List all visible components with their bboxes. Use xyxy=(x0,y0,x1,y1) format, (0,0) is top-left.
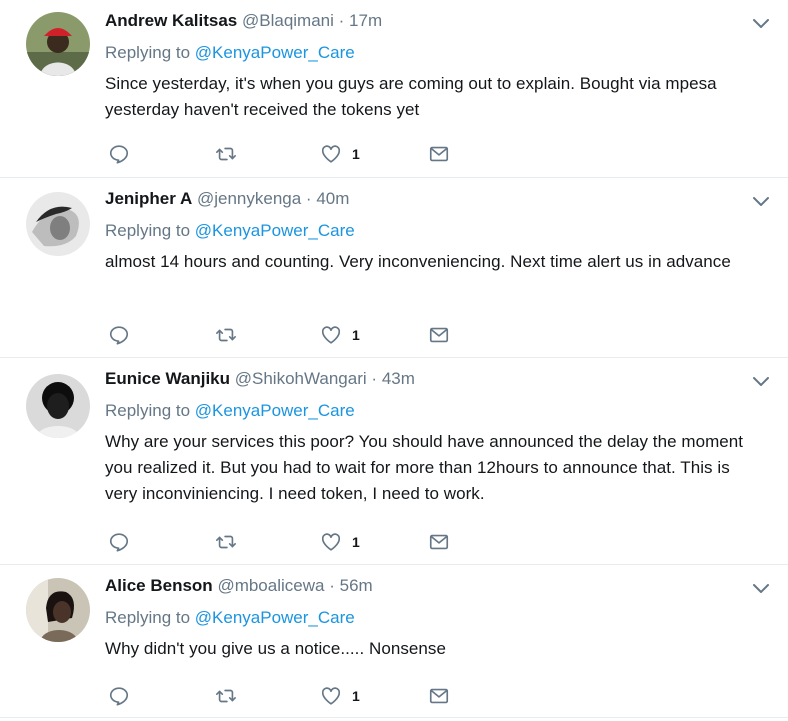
retweet-icon xyxy=(216,328,236,342)
replying-to-label: Replying to xyxy=(105,401,195,420)
direct-message-button[interactable] xyxy=(428,684,450,708)
tweet-header: Andrew Kalitsas @Blaqimani · 17m xyxy=(105,10,382,32)
tweet-text: Why didn't you give us a notice..... Non… xyxy=(105,639,446,658)
avatar[interactable] xyxy=(26,192,90,256)
envelope-icon xyxy=(429,327,449,343)
avatar-image xyxy=(26,374,90,438)
direct-message-button[interactable] xyxy=(428,530,450,554)
tweet[interactable]: Andrew Kalitsas @Blaqimani · 17m Replyin… xyxy=(0,0,788,178)
separator-dot: · xyxy=(338,11,345,30)
like-button[interactable]: 1 xyxy=(320,530,360,554)
like-count: 1 xyxy=(352,534,360,550)
mention-link[interactable]: @KenyaPower_Care xyxy=(195,43,355,62)
display-name[interactable]: Eunice Wanjiku xyxy=(105,369,230,388)
replying-to-label: Replying to xyxy=(105,43,195,62)
retweet-button[interactable] xyxy=(215,530,237,554)
retweet-icon xyxy=(216,147,236,161)
separator-dot: · xyxy=(305,189,312,208)
heart-icon xyxy=(321,687,341,705)
retweet-button[interactable] xyxy=(215,684,237,708)
replying-to: Replying to @KenyaPower_Care xyxy=(105,400,355,422)
chevron-down-icon[interactable] xyxy=(752,583,770,595)
envelope-icon xyxy=(429,688,449,704)
tweet-header: Alice Benson @mboalicewa · 56m xyxy=(105,575,373,597)
reply-icon xyxy=(109,326,129,345)
separator-dot: · xyxy=(371,369,378,388)
direct-message-button[interactable] xyxy=(428,142,450,166)
like-button[interactable]: 1 xyxy=(320,323,360,347)
retweet-icon xyxy=(216,535,236,549)
tweet-text: Since yesterday, it's when you guys are … xyxy=(105,74,717,119)
tweet-actions: 1 xyxy=(108,684,508,708)
avatar[interactable] xyxy=(26,578,90,642)
chevron-down-icon[interactable] xyxy=(752,376,770,388)
reply-icon xyxy=(109,145,129,164)
chevron-down-icon[interactable] xyxy=(752,18,770,30)
user-handle[interactable]: @ShikohWangari xyxy=(235,369,367,388)
display-name[interactable]: Andrew Kalitsas xyxy=(105,11,237,30)
replying-to: Replying to @KenyaPower_Care xyxy=(105,220,355,242)
tweet[interactable]: Eunice Wanjiku @ShikohWangari · 43m Repl… xyxy=(0,358,788,565)
heart-icon xyxy=(321,145,341,163)
user-handle[interactable]: @mboalicewa xyxy=(217,576,324,595)
avatar[interactable] xyxy=(26,374,90,438)
replying-to-label: Replying to xyxy=(105,608,195,627)
reply-button[interactable] xyxy=(108,142,130,166)
reply-button[interactable] xyxy=(108,684,130,708)
user-handle[interactable]: @Blaqimani xyxy=(242,11,334,30)
tweet-actions: 1 xyxy=(108,530,508,554)
separator-dot: · xyxy=(329,576,335,595)
heart-icon xyxy=(321,326,341,344)
like-count: 1 xyxy=(352,146,360,162)
like-count: 1 xyxy=(352,327,360,343)
tweet[interactable]: Jenipher A @jennykenga · 40m Replying to… xyxy=(0,178,788,358)
timestamp[interactable]: 56m xyxy=(340,576,373,595)
timestamp[interactable]: 40m xyxy=(316,189,349,208)
avatar[interactable] xyxy=(26,12,90,76)
display-name[interactable]: Alice Benson xyxy=(105,576,213,595)
like-button[interactable]: 1 xyxy=(320,142,360,166)
heart-icon xyxy=(321,533,341,551)
like-button[interactable]: 1 xyxy=(320,684,360,708)
timestamp[interactable]: 43m xyxy=(382,369,415,388)
tweet-actions: 1 xyxy=(108,142,508,166)
timestamp[interactable]: 17m xyxy=(349,11,382,30)
replying-to-label: Replying to xyxy=(105,221,195,240)
reply-button[interactable] xyxy=(108,530,130,554)
retweet-button[interactable] xyxy=(215,142,237,166)
reply-icon xyxy=(109,687,129,706)
avatar-image xyxy=(26,12,90,76)
like-count: 1 xyxy=(352,688,360,704)
reply-button[interactable] xyxy=(108,323,130,347)
tweet-header: Eunice Wanjiku @ShikohWangari · 43m xyxy=(105,368,415,390)
tweet[interactable]: Alice Benson @mboalicewa · 56m Replying … xyxy=(0,565,788,718)
tweet-actions: 1 xyxy=(108,323,508,347)
envelope-icon xyxy=(429,146,449,162)
tweet-header: Jenipher A @jennykenga · 40m xyxy=(105,188,349,210)
mention-link[interactable]: @KenyaPower_Care xyxy=(195,608,355,627)
tweet-text: almost 14 hours and counting. Very incon… xyxy=(105,252,731,271)
direct-message-button[interactable] xyxy=(428,323,450,347)
tweet-text: Why are your services this poor? You sho… xyxy=(105,432,744,503)
display-name[interactable]: Jenipher A xyxy=(105,189,192,208)
reply-icon xyxy=(109,533,129,552)
retweet-icon xyxy=(216,689,236,703)
user-handle[interactable]: @jennykenga xyxy=(197,189,301,208)
envelope-icon xyxy=(429,534,449,550)
replying-to: Replying to @KenyaPower_Care xyxy=(105,42,355,64)
mention-link[interactable]: @KenyaPower_Care xyxy=(195,221,355,240)
mention-link[interactable]: @KenyaPower_Care xyxy=(195,401,355,420)
avatar-image xyxy=(26,192,90,256)
avatar-image xyxy=(26,578,90,642)
chevron-down-icon[interactable] xyxy=(752,196,770,208)
replying-to: Replying to @KenyaPower_Care xyxy=(105,607,355,629)
retweet-button[interactable] xyxy=(215,323,237,347)
